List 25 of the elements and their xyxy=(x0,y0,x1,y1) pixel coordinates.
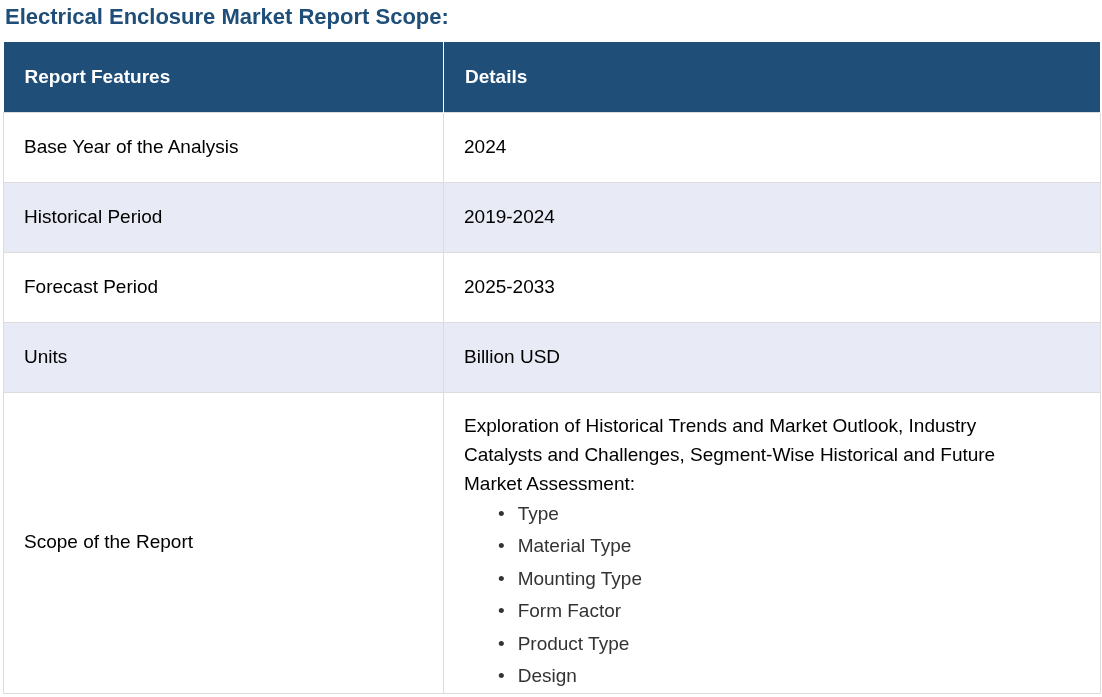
list-item: Mounting Type xyxy=(517,566,642,591)
list-item: Design xyxy=(517,664,577,688)
bullet-marker: • xyxy=(498,631,505,656)
table-cell: Units xyxy=(3,322,444,392)
table-cell: Forecast Period xyxy=(3,252,444,322)
table-cell: Base Year of the Analysis xyxy=(3,112,444,182)
list-item: Form Factor xyxy=(517,599,622,623)
scope-description: Exploration of Historical Trends and Market Outlook, Industry Catalysts and Challenges, Segment-Wise Historical and Future Market Assessment: xyxy=(464,413,997,496)
bullet-marker: • xyxy=(498,501,505,526)
table-cell: Historical Period xyxy=(3,182,444,252)
list-item: Product Type xyxy=(517,631,630,656)
bullet-marker: • xyxy=(498,534,505,558)
table-cell: 2025-2033 xyxy=(443,252,1101,322)
bullet-marker: • xyxy=(498,599,505,623)
table-cell: 2024 xyxy=(443,112,1101,182)
column-header: Report Features xyxy=(3,42,444,112)
list-item: Material Type xyxy=(517,534,632,558)
table-cell: 2019-2024 xyxy=(443,182,1101,252)
bullet-marker: • xyxy=(498,664,505,688)
table-cell: Billion USD xyxy=(443,322,1101,392)
list-item: Type xyxy=(517,501,559,526)
table-cell: Scope of the Report xyxy=(3,392,444,693)
bullet-marker: • xyxy=(498,566,505,591)
section-title: Electrical Enclosure Market Report Scope: xyxy=(5,3,450,31)
column-header: Details xyxy=(443,42,1101,112)
